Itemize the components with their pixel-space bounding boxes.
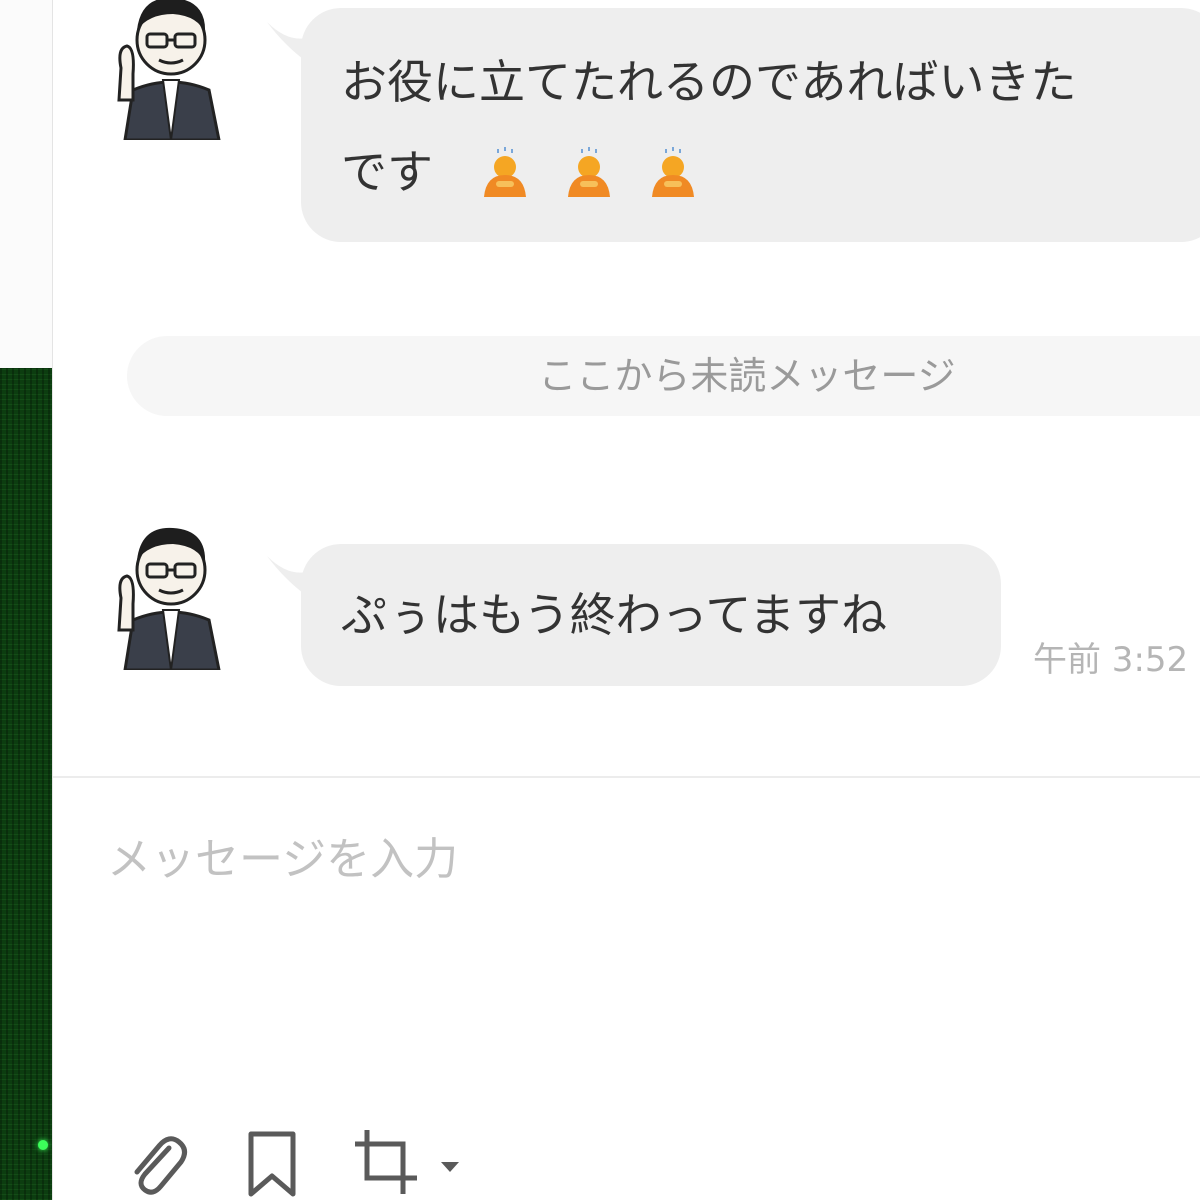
message-text: お役に立てたれるのであればいきた — [341, 55, 1077, 109]
avatar[interactable] — [111, 520, 231, 670]
avatar[interactable] — [111, 0, 231, 140]
message-bubble[interactable]: お役に立てたれるのであればいきた です — [301, 8, 1200, 242]
background-window-preview — [0, 368, 52, 1200]
crop-icon[interactable] — [351, 1128, 421, 1198]
message-input[interactable] — [105, 818, 1159, 900]
message-timestamp: 午前 3:52 — [1033, 640, 1189, 680]
message-composer — [53, 778, 1200, 1200]
unread-divider: ここから未読メッセージ — [127, 336, 1200, 416]
message-bubble[interactable]: ぷぅはもう終わってますね — [301, 544, 1001, 686]
person-bowing-icon — [478, 145, 532, 199]
message-list[interactable]: お役に立てたれるのであればいきた です ここから未読メッセージ ぷぅはもう終わっ… — [53, 0, 1200, 776]
chevron-down-icon[interactable] — [435, 1128, 465, 1198]
bookmark-icon[interactable] — [237, 1128, 307, 1198]
status-indicator-icon — [38, 1140, 48, 1150]
paperclip-icon[interactable] — [121, 1128, 191, 1198]
message-text: です — [341, 145, 433, 199]
person-bowing-icon — [562, 145, 616, 199]
left-sidebar-strip — [0, 0, 52, 1200]
message-text: ぷぅはもう終わってますね — [341, 588, 888, 642]
person-bowing-icon — [646, 145, 700, 199]
chat-window: お役に立てたれるのであればいきた です ここから未読メッセージ ぷぅはもう終わっ… — [0, 0, 1200, 1200]
